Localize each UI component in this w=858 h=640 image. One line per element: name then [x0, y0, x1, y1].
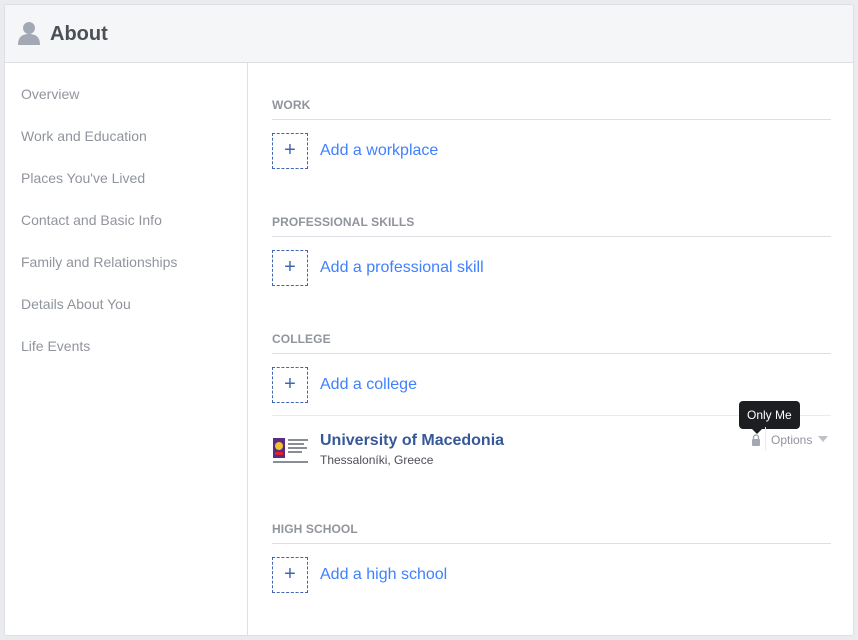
add-workplace-label: Add a workplace: [320, 142, 439, 159]
about-sidebar: Overview Work and Education Places You'v…: [5, 63, 248, 635]
options-separator: [765, 427, 766, 451]
add-skill-label: Add a professional skill: [320, 259, 484, 276]
section-heading-skills: PROFESSIONAL SKILLS: [272, 215, 831, 237]
college-name-link[interactable]: University of Macedonia: [320, 431, 504, 451]
page-title: About: [50, 23, 108, 45]
privacy-tooltip: Only Me: [739, 401, 800, 429]
college-location: Thessaloníki, Greece: [320, 453, 434, 467]
options-dropdown[interactable]: Options: [771, 432, 829, 448]
sidebar-item-contact-info[interactable]: Contact and Basic Info: [21, 211, 162, 229]
sidebar-item-places-lived[interactable]: Places You've Lived: [21, 169, 145, 187]
about-card: About Overview Work and Education Places…: [4, 4, 854, 636]
sidebar-item-overview[interactable]: Overview: [21, 85, 79, 103]
add-workplace-button[interactable]: + Add a workplace: [272, 133, 572, 169]
add-skill-button[interactable]: + Add a professional skill: [272, 250, 572, 286]
section-heading-high-school: HIGH SCHOOL: [272, 522, 831, 544]
add-college-label: Add a college: [320, 376, 417, 393]
sidebar-item-family-relationships[interactable]: Family and Relationships: [21, 253, 177, 271]
plus-icon: +: [272, 557, 308, 593]
section-heading-work: WORK: [272, 98, 831, 120]
add-high-school-button[interactable]: + Add a high school: [272, 557, 572, 593]
chevron-down-icon: [818, 436, 829, 442]
person-icon: [18, 22, 40, 45]
university-logo: [272, 435, 310, 465]
sidebar-item-work-education[interactable]: Work and Education: [21, 127, 147, 145]
section-heading-college: COLLEGE: [272, 332, 831, 354]
sidebar-item-life-events[interactable]: Life Events: [21, 337, 90, 355]
add-high-school-label: Add a high school: [320, 566, 448, 583]
options-label: Options: [771, 433, 813, 447]
lock-icon[interactable]: [751, 434, 761, 446]
sidebar-item-details-about-you[interactable]: Details About You: [21, 295, 131, 313]
add-college-button[interactable]: + Add a college: [272, 367, 572, 403]
about-main: WORK + Add a workplace PROFESSIONAL SKIL…: [248, 63, 853, 635]
plus-icon: +: [272, 250, 308, 286]
plus-icon: +: [272, 367, 308, 403]
plus-icon: +: [272, 133, 308, 169]
about-header: About: [5, 5, 853, 63]
